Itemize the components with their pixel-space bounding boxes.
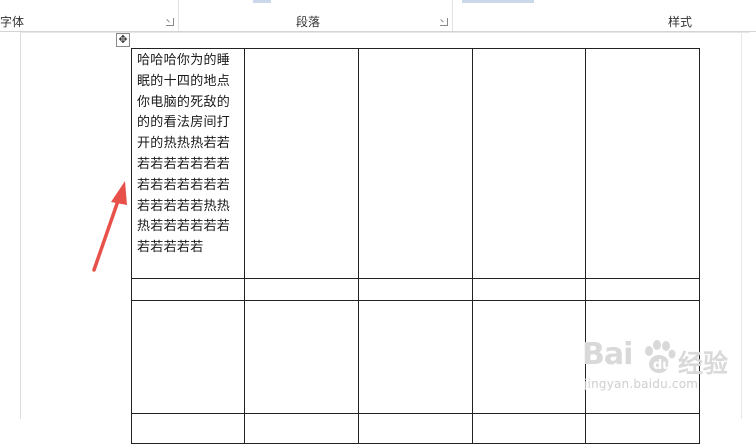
svg-text:du: du [653,358,672,373]
paw-icon: du [645,340,676,373]
watermark-url: jingyan.baidu.com [584,377,699,391]
watermark-logo-suffix: 经验 [678,349,729,378]
baidu-watermark: Bai du 经验 jingyan.baidu.com [582,337,752,417]
watermark-logo-text: Bai [582,337,633,372]
